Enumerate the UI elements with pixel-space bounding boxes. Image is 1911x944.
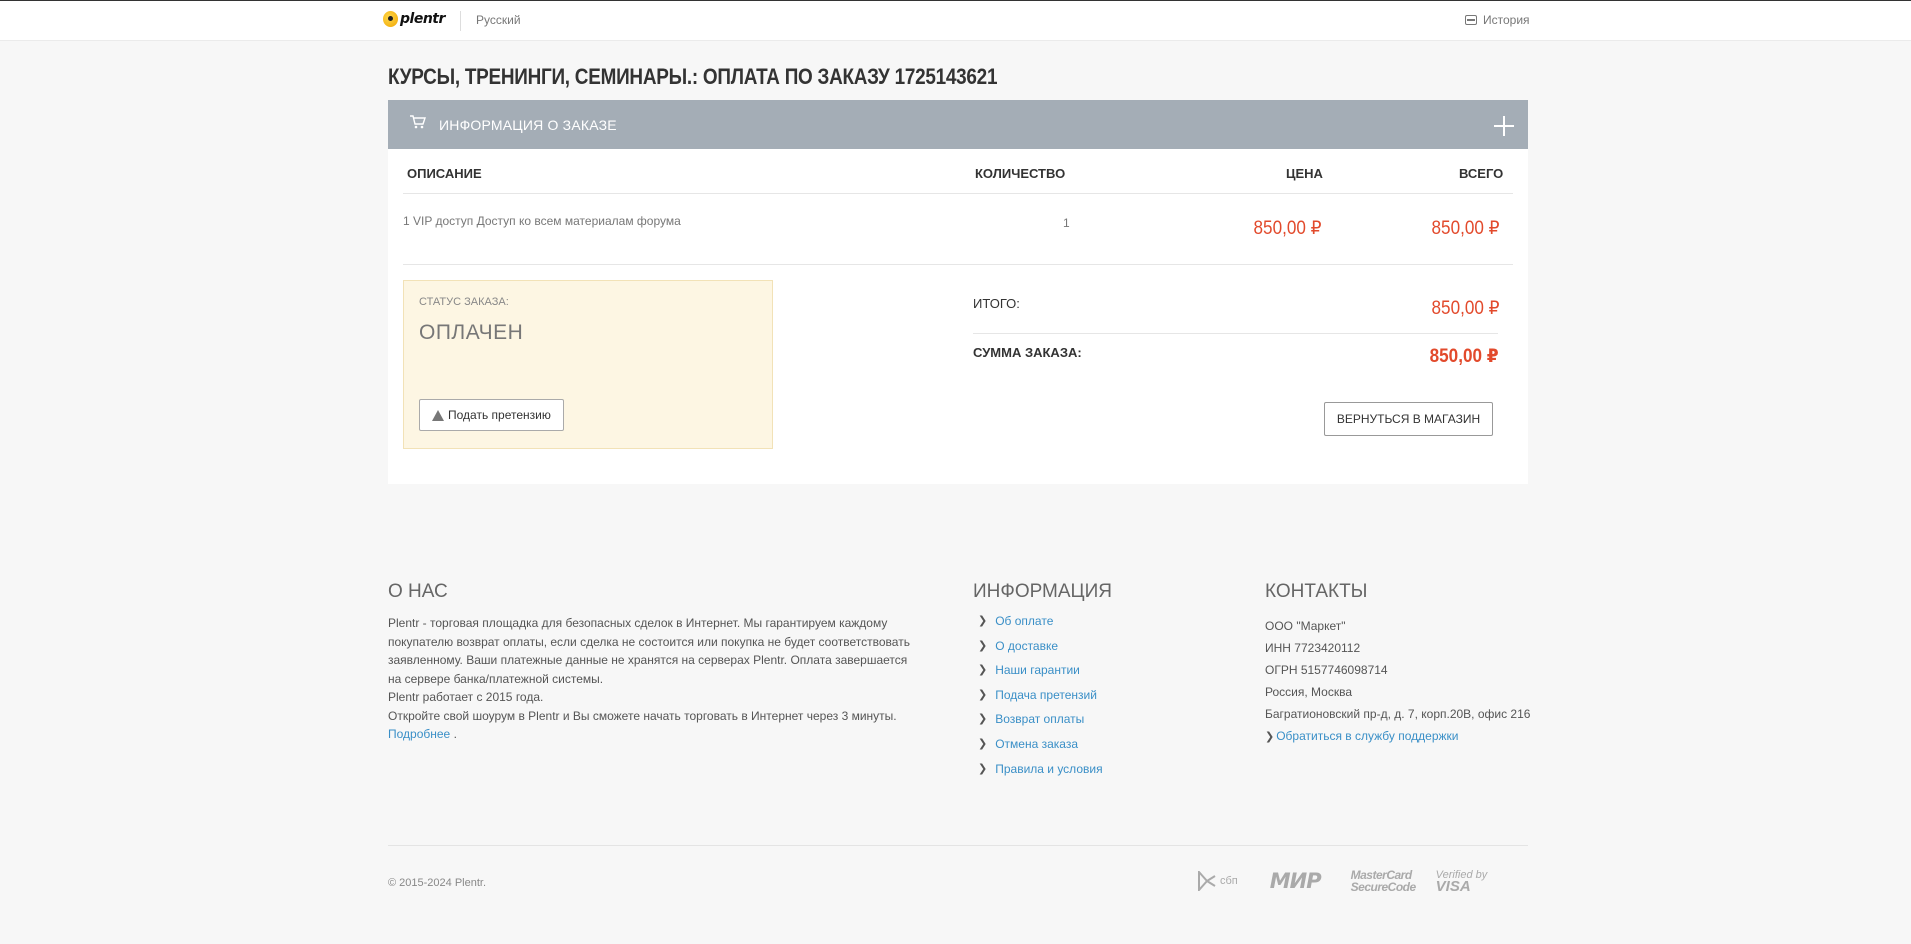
chevron-right-icon: ❯ xyxy=(978,639,988,652)
info-link-item[interactable]: ❯ О доставке xyxy=(974,639,1103,664)
divider xyxy=(460,11,461,31)
mastercard-securecode-logo: MasterCard SecureCode xyxy=(1350,869,1417,894)
footer-info-title: ИНФОРМАЦИЯ xyxy=(973,581,1112,602)
order-status-box: СТАТУС ЗАКАЗА: ОПЛАЧЕН Подать претензию xyxy=(403,280,773,449)
order-sum-label: СУММА ЗАКАЗА: xyxy=(973,345,1082,360)
footer-divider xyxy=(388,845,1528,846)
order-sum-value: 850,00 ₽ xyxy=(1430,346,1499,367)
footer-about-title: О НАС xyxy=(388,581,448,602)
summary-divider xyxy=(973,333,1498,334)
footer-about-text: Plentr - торговая площадка для безопасны… xyxy=(388,614,918,744)
footer-info-links: ❯ Об оплате ❯ О доставке ❯ Наши гарантии ❯ П… xyxy=(974,614,1103,786)
status-value: ОПЛАЧЕН xyxy=(419,321,524,344)
info-link-item[interactable]: ❯ Отмена заказа xyxy=(974,737,1103,762)
verified-by-visa-logo: Verified by VISA xyxy=(1436,869,1488,894)
footer-contacts-title: КОНТАКТЫ xyxy=(1265,581,1368,602)
about-cta: Откройте свой шоурум в Plentr и Вы сможе… xyxy=(388,708,897,723)
chevron-right-icon: ❯ xyxy=(978,762,988,775)
top-bar xyxy=(0,0,1911,41)
info-link-item[interactable]: ❯ Об оплате xyxy=(974,614,1103,639)
contact-ogrn: ОГРН 5157746098714 xyxy=(1265,663,1388,677)
table-header-divider xyxy=(403,193,1513,194)
history-label: История xyxy=(1483,13,1530,27)
copyright: © 2015-2024 Plentr. xyxy=(388,877,487,889)
info-link-terms[interactable]: Правила и условия xyxy=(995,762,1102,776)
info-link-item[interactable]: ❯ Возврат оплаты xyxy=(974,712,1103,737)
about-more-link[interactable]: Подробнее xyxy=(388,727,450,741)
warning-icon xyxy=(432,409,444,421)
info-link-claims[interactable]: Подача претензий xyxy=(995,688,1097,702)
info-link-payment[interactable]: Об оплате xyxy=(995,614,1053,628)
chevron-right-icon: ❯ xyxy=(978,615,988,627)
table-row-divider xyxy=(403,264,1513,265)
file-claim-button[interactable]: Подать претензию xyxy=(419,399,564,431)
contact-city: Россия, Москва xyxy=(1265,685,1352,699)
sbp-icon xyxy=(1198,871,1216,891)
expand-plus-icon[interactable] xyxy=(1494,116,1514,136)
column-header-total: ВСЕГО xyxy=(1459,166,1504,181)
info-link-delivery[interactable]: О доставке xyxy=(995,639,1058,653)
chevron-right-icon: ❯ xyxy=(978,688,988,701)
item-quantity: 1 xyxy=(1063,216,1070,230)
info-link-item[interactable]: ❯ Наши гарантии xyxy=(974,663,1103,688)
info-link-refund[interactable]: Возврат оплаты xyxy=(995,712,1084,726)
logo-mark-icon xyxy=(383,11,398,27)
info-link-guarantees[interactable]: Наши гарантии xyxy=(995,663,1080,677)
info-link-item[interactable]: ❯ Подача претензий xyxy=(974,688,1103,713)
subtotal-label: ИТОГО: xyxy=(973,296,1020,311)
status-label: СТАТУС ЗАКАЗА: xyxy=(419,296,509,308)
item-price: 850,00 ₽ xyxy=(1253,218,1321,239)
column-header-price: ЦЕНА xyxy=(1286,166,1323,181)
chevron-right-icon: ❯ xyxy=(1265,731,1275,743)
footer-contacts: ООО "Маркет" ИНН 7723420112 ОГРН 5157746… xyxy=(1265,615,1530,747)
info-link-item[interactable]: ❯ Правила и условия xyxy=(974,762,1103,787)
column-header-description: ОПИСАНИЕ xyxy=(407,166,482,181)
sbp-logo: сбп xyxy=(1198,871,1238,891)
language-switcher[interactable]: Русский xyxy=(476,13,521,27)
inbox-icon xyxy=(1465,15,1477,25)
plentr-logo[interactable]: plentr xyxy=(383,11,445,27)
logo-text: plentr xyxy=(400,11,445,27)
chevron-right-icon: ❯ xyxy=(978,713,988,726)
contact-company: ООО "Маркет" xyxy=(1265,619,1346,633)
support-link[interactable]: Обратиться в службу поддержки xyxy=(1276,729,1458,743)
column-header-quantity: КОЛИЧЕСТВО xyxy=(975,166,1066,181)
order-panel-title: ИНФОРМАЦИЯ О ЗАКАЗЕ xyxy=(439,117,617,133)
item-description: 1 VIP доступ Доступ ко всем материалам ф… xyxy=(403,214,681,228)
chevron-right-icon: ❯ xyxy=(978,664,988,677)
about-since: Plentr работает с 2015 года. xyxy=(388,690,544,704)
subtotal-value: 850,00 ₽ xyxy=(1431,298,1499,319)
file-claim-label: Подать претензию xyxy=(448,408,551,422)
contact-address: Багратионовский пр-д, д. 7, корп.20В, оф… xyxy=(1265,707,1531,721)
item-total: 850,00 ₽ xyxy=(1431,218,1499,239)
mastercard-line2: SecureCode xyxy=(1350,880,1417,894)
about-paragraph: Plentr - торговая площадка для безопасны… xyxy=(388,616,910,686)
sbp-text: сбп xyxy=(1220,875,1238,887)
order-panel-header[interactable]: ИНФОРМАЦИЯ О ЗАКАЗЕ xyxy=(388,100,1528,149)
cart-icon xyxy=(410,115,426,129)
info-link-cancel[interactable]: Отмена заказа xyxy=(995,737,1078,751)
contact-inn: ИНН 7723420112 xyxy=(1265,641,1361,655)
about-more-suffix: . xyxy=(453,727,457,741)
visa-line2: VISA xyxy=(1435,877,1471,895)
support-link-row[interactable]: ❯ Обратиться в службу поддержки xyxy=(1265,725,1530,747)
mir-logo: МИР xyxy=(1269,869,1322,893)
payment-logos: сбп МИР MasterCard SecureCode Verified b… xyxy=(1198,866,1487,896)
back-to-shop-button[interactable]: ВЕРНУТЬСЯ В МАГАЗИН xyxy=(1324,402,1493,436)
history-link[interactable]: История xyxy=(1465,13,1530,27)
page-title: КУРСЫ, ТРЕНИНГИ, СЕМИНАРЫ.: ОПЛАТА ПО ЗА… xyxy=(388,64,998,89)
chevron-right-icon: ❯ xyxy=(978,737,988,750)
